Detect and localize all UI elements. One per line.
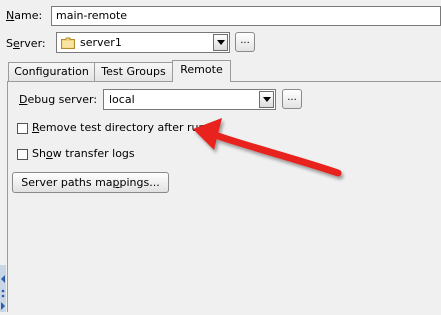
red-arrow-annotation (193, 118, 342, 177)
